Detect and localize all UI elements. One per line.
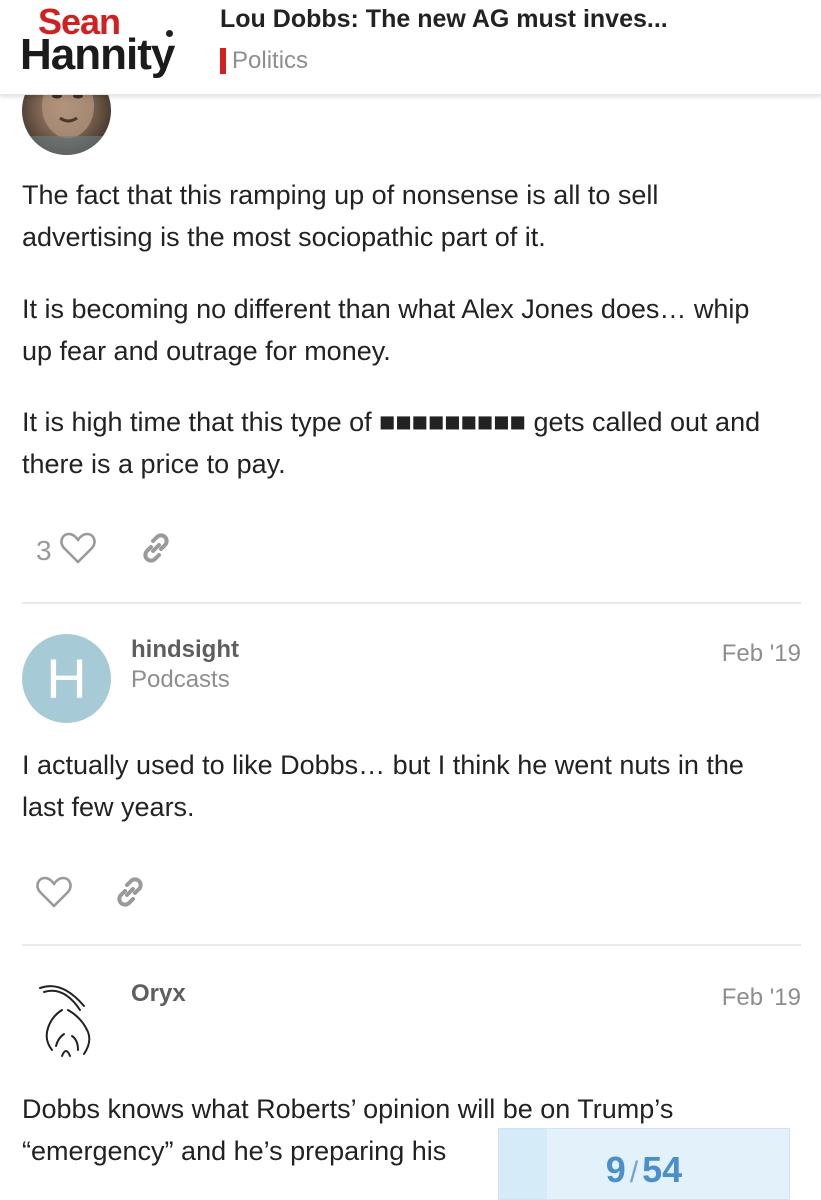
- category-color-bar: [220, 48, 226, 74]
- heart-icon[interactable]: [59, 532, 96, 569]
- user-title: Podcasts: [131, 666, 230, 693]
- progress-current: 9: [605, 1149, 626, 1190]
- progress-separator: /: [629, 1156, 639, 1189]
- oryx-avatar-icon[interactable]: [22, 976, 111, 1065]
- post-date[interactable]: Feb '19: [722, 640, 801, 668]
- post-paragraph: I actually used to like Dobbs… but I thi…: [22, 750, 744, 822]
- post-divider: [22, 944, 801, 946]
- topic-progress-indicator[interactable]: 9/54: [498, 1128, 790, 1200]
- link-icon[interactable]: [138, 530, 174, 571]
- post-date[interactable]: Feb '19: [722, 984, 801, 1012]
- site-logo[interactable]: Sean Hannity: [20, 2, 210, 90]
- user-avatar[interactable]: H: [22, 634, 111, 723]
- post-paragraph: It is becoming no different than what Al…: [22, 294, 750, 366]
- username[interactable]: hindsight: [131, 636, 239, 664]
- category-label: Politics: [232, 47, 309, 74]
- username[interactable]: Oryx: [131, 980, 186, 1008]
- category-badge[interactable]: Politics: [220, 46, 308, 76]
- progress-total: 54: [642, 1149, 683, 1190]
- logo-text-bottom: Hannity: [20, 30, 175, 79]
- topic-title[interactable]: Lou Dobbs: The new AG must inves...: [220, 4, 810, 34]
- heart-icon[interactable]: [36, 876, 72, 913]
- topic-header: Sean Hannity Lou Dobbs: The new AG must …: [0, 0, 821, 95]
- post-divider: [22, 602, 801, 604]
- post-paragraph: It is high time that this type of ■■■■■■…: [22, 407, 761, 479]
- post-actions: 3: [36, 530, 174, 571]
- link-icon[interactable]: [112, 874, 148, 915]
- post-paragraph: The fact that this ramping up of nonsens…: [22, 180, 659, 252]
- post-actions: [36, 874, 148, 915]
- progress-counter: 9/54: [499, 1149, 789, 1191]
- like-count[interactable]: 3: [36, 535, 52, 567]
